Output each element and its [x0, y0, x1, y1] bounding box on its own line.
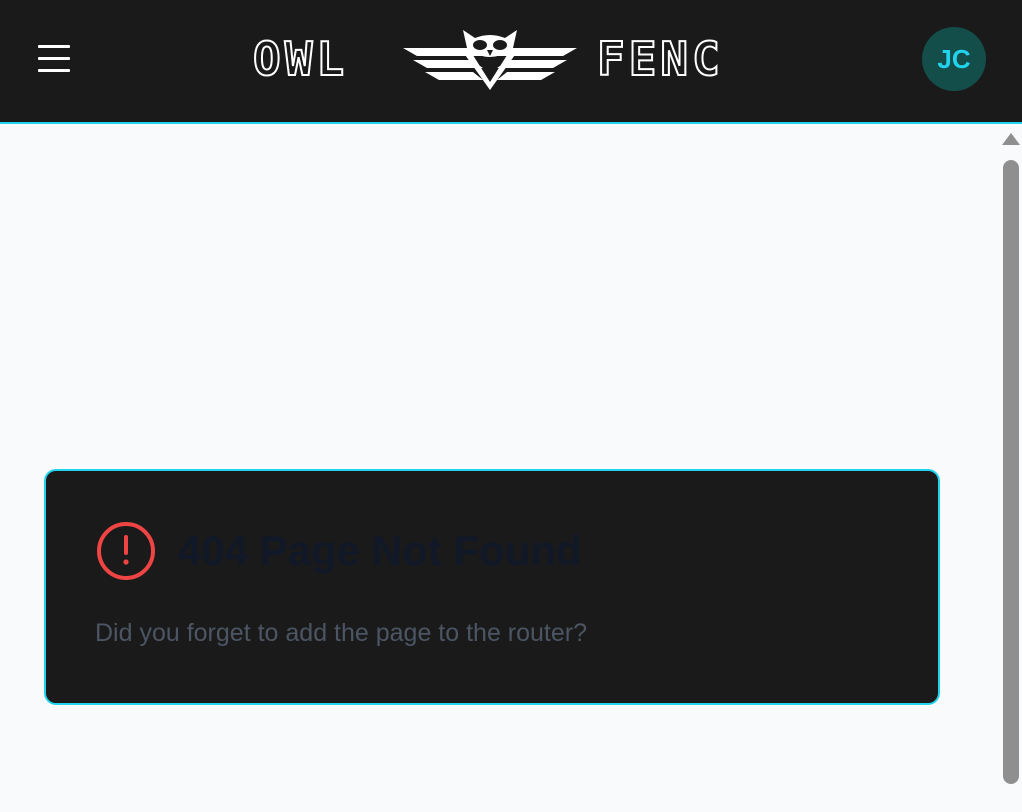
error-message: Did you forget to add the page to the ro…: [95, 619, 588, 647]
alert-circle-icon: [97, 522, 155, 580]
owl-wings-icon: [403, 30, 577, 90]
logo-text-owl: OWL: [252, 32, 349, 86]
owl-fenc-logo[interactable]: OWL FENC: [252, 26, 759, 92]
scrollbar-thumb[interactable]: [1003, 160, 1019, 784]
user-avatar[interactable]: JC: [922, 27, 986, 91]
top-header: OWL FENC JC: [0, 0, 1022, 124]
hamburger-menu-icon[interactable]: [38, 42, 70, 74]
not-found-card: 404 Page Not Found Did you forget to add…: [44, 469, 940, 705]
main-content: 404 Page Not Found Did you forget to add…: [0, 124, 996, 812]
vertical-scrollbar[interactable]: [1000, 124, 1022, 812]
logo-text-fenc: FENC: [596, 32, 724, 86]
scroll-up-arrow-icon[interactable]: [1002, 133, 1020, 145]
page-title: 404 Page Not Found: [178, 527, 582, 574]
